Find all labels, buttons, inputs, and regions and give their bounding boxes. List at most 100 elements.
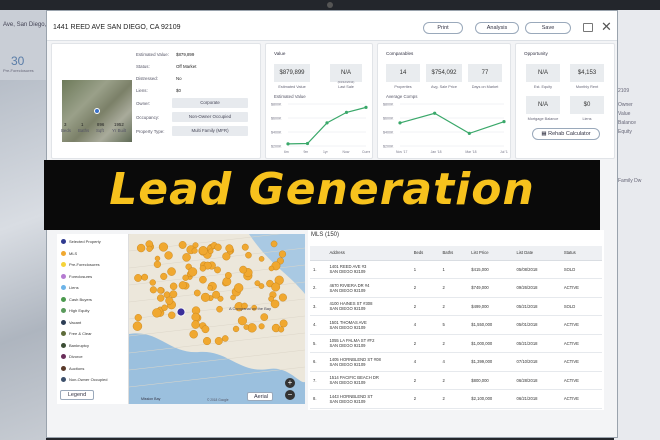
column-header[interactable]: List Price [468,246,514,261]
table-row[interactable]: 6. 1405 HORNBLEND ST #08 SAN DIEGO 92109 4 4… [310,352,602,372]
mls-cluster-marker[interactable] [132,321,143,331]
mls-cluster-marker[interactable] [268,265,275,272]
mls-cluster-marker[interactable] [214,337,223,345]
mls-cluster-marker[interactable] [260,313,269,321]
column-header[interactable]: Beds [410,246,440,261]
rehab-calculator-button[interactable]: ▦ Rehab Calculator [532,128,600,140]
mls-cluster-marker[interactable] [160,272,168,280]
mls-cluster-marker[interactable] [254,280,261,287]
mls-cluster-marker[interactable] [134,314,142,322]
mls-cluster-marker[interactable] [221,335,229,342]
mls-cluster-marker[interactable] [278,293,287,302]
mls-cluster-marker[interactable] [136,243,146,253]
mls-cluster-marker[interactable] [258,323,265,330]
legend-item[interactable]: Selected Property [61,239,101,244]
mls-cluster-marker[interactable] [271,282,281,292]
mls-cluster-marker[interactable] [161,304,168,311]
share-icon[interactable] [583,23,593,32]
mls-cluster-marker[interactable] [225,244,234,253]
mls-cluster-marker[interactable] [146,245,153,252]
map-canvas[interactable]: A Campanal on the Bay Mission Bay © 2018 G… [129,234,305,404]
mls-cluster-marker[interactable] [199,265,207,272]
mls-cluster-marker[interactable] [270,240,278,248]
legend-item[interactable]: MLS [61,250,77,256]
mls-cluster-marker[interactable] [191,247,198,254]
mls-cluster-marker[interactable] [153,260,162,268]
mls-cluster-marker[interactable] [168,311,176,319]
legend-item[interactable]: High Equity [61,308,89,313]
mls-cluster-marker[interactable] [191,320,200,329]
mls-cluster-marker[interactable] [278,326,285,333]
legend-item[interactable]: Bankruptcy [61,342,89,348]
legend-item[interactable]: Pre-Foreclosures [61,262,100,267]
legend-item[interactable]: Foreclosures [61,273,92,279]
mls-cluster-marker[interactable] [216,305,223,313]
close-icon[interactable]: ✕ [601,19,612,35]
print-button[interactable]: Print [423,22,463,34]
mls-cluster-marker[interactable] [222,277,232,286]
table-row[interactable]: 2. 4670 RIVIERA DR #4 SAN DIEGO 92109 2 2 $74… [310,278,602,298]
mls-cluster-marker[interactable] [152,308,162,318]
mls-cluster-marker[interactable] [203,337,212,346]
legend-item[interactable]: Non-Owner Occupied [61,377,107,382]
mls-cluster-marker[interactable] [193,289,201,297]
table-row[interactable]: 5. 1055 LA PALMA ST #F2 SAN DIEGO 92109 2 2 $… [310,334,602,353]
mls-cluster-marker[interactable] [199,275,207,284]
zoom-in-button[interactable]: + [285,378,295,388]
mls-cluster-marker[interactable] [270,299,280,309]
mls-cluster-marker[interactable] [207,285,213,291]
mls-cluster-marker[interactable] [239,265,248,274]
mls-cluster-marker[interactable] [214,243,222,251]
leads-map[interactable]: A Campanal on the Bay Mission Bay © 2018 G… [57,234,305,404]
mls-cluster-marker[interactable] [154,255,161,262]
mls-cluster-marker[interactable] [191,312,200,322]
mls-cluster-marker[interactable] [187,267,198,277]
mls-cluster-marker[interactable] [158,242,169,252]
mls-cluster-marker[interactable] [192,242,199,249]
mls-cluster-marker[interactable] [182,253,191,262]
mls-cluster-marker[interactable] [141,273,149,281]
mls-cluster-marker[interactable] [149,286,157,294]
save-button[interactable]: Save [525,22,571,34]
column-header[interactable]: Baths [439,246,469,261]
mls-cluster-marker[interactable] [167,267,176,276]
mls-cluster-marker[interactable] [149,279,156,286]
legend-item[interactable]: Liens [61,285,79,290]
aerial-toggle[interactable]: Aerial [247,392,273,401]
mls-cluster-marker[interactable] [241,243,249,251]
mls-cluster-marker[interactable] [232,325,240,333]
zoom-out-button[interactable]: − [285,390,295,400]
column-header[interactable]: Status [560,246,602,261]
mls-cluster-marker[interactable] [178,241,187,249]
mls-cluster-marker[interactable] [245,251,252,259]
mls-cluster-marker[interactable] [258,256,265,262]
legend-item[interactable]: Cash Buyers [61,296,92,302]
mls-cluster-marker[interactable] [278,250,287,258]
column-header[interactable]: Address [326,246,411,261]
mls-cluster-marker[interactable] [222,252,231,261]
table-row[interactable]: 8. 1443 HORNBLEND ST SAN DIEGO 92109 2 2 $2,1… [310,389,602,409]
mls-cluster-marker[interactable] [214,266,221,274]
legend-item[interactable]: Divorce [61,354,83,359]
mls-cluster-marker[interactable] [234,283,244,293]
mls-cluster-marker[interactable] [157,294,165,302]
mls-cluster-marker[interactable] [157,286,164,294]
mls-cluster-marker[interactable] [134,274,142,282]
mls-cluster-marker[interactable] [207,248,214,255]
mls-cluster-marker[interactable] [165,296,174,305]
mls-cluster-marker[interactable] [200,292,210,302]
legend-item[interactable]: Vacant [61,319,81,325]
legend-button[interactable]: Legend [60,390,94,400]
mls-cluster-marker[interactable] [178,281,187,290]
mls-cluster-marker[interactable] [169,282,178,291]
mls-cluster-marker[interactable] [169,290,178,299]
mls-cluster-marker[interactable] [237,316,247,326]
column-header[interactable] [310,246,327,261]
mls-cluster-marker[interactable] [243,324,250,330]
mls-cluster-marker[interactable] [164,251,173,260]
mls-cluster-marker[interactable] [225,271,232,279]
analysis-button[interactable]: Analysis [475,22,519,34]
column-header[interactable]: List Date [513,246,561,261]
table-row[interactable]: 3. 4100 HAINES ST #308 SAN DIEGO 92109 2 2 $4… [310,297,602,316]
table-row[interactable]: 1. 1401 REED AVE #3 SAN DIEGO 92109 1 1 $415,… [310,260,602,279]
